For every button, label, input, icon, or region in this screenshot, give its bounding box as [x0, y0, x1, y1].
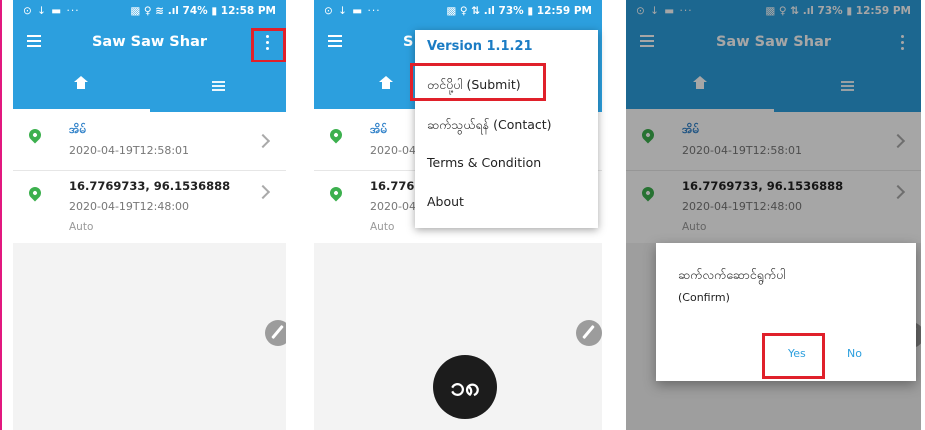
item-title: အိမ်: [370, 122, 388, 136]
tab-list[interactable]: [150, 62, 287, 112]
overflow-menu: Version 1.1.21 တင်ပို့ပါ (Submit) ဆက်သွယ…: [415, 30, 598, 228]
location-pin-icon: [26, 126, 44, 144]
status-bar: ⊙ ↓ ▬ ··· ▩ ♀ ⇅ .ıl 73% ▮ 12:59 PM: [314, 0, 602, 22]
page-edge-accent: [0, 0, 2, 430]
item-date: 2020-04-19T12:48:00: [69, 200, 190, 213]
list-item[interactable]: 16.7769733, 96.1536888 2020-04-19T12:48:…: [13, 171, 286, 243]
item-title: အိမ်: [69, 122, 87, 136]
item-mode: Auto: [69, 221, 94, 233]
tab-bar: [13, 62, 286, 112]
status-bar: ⊙ ↓ ▬ ··· ▩ ♀ ≋ .ıl 74% ▮ 12:58 PM: [13, 0, 286, 22]
location-pin-icon: [26, 184, 44, 202]
menu-item-about[interactable]: About: [427, 194, 464, 209]
item-date: 2020-04-19T12:58:01: [69, 144, 190, 157]
home-icon: [379, 76, 393, 92]
yes-button-highlight: [762, 333, 825, 379]
app-bar: Saw Saw Shar: [13, 22, 286, 62]
menu-version: Version 1.1.21: [427, 39, 533, 54]
location-list: အိမ် 2020-04-19T12:58:01 16.7769733, 96.…: [13, 112, 286, 430]
phone-screen-3: ⊙ ↓ ▬ ··· ▩ ♀ ⇅ .ıl 73% ▮ 12:59 PM Saw S…: [626, 0, 921, 430]
no-button[interactable]: No: [847, 347, 862, 360]
list-item[interactable]: အိမ် 2020-04-19T12:58:01: [13, 112, 286, 170]
item-mode: Auto: [370, 221, 395, 233]
app-title: S: [403, 34, 414, 50]
submit-highlight: [410, 63, 546, 101]
phone-screen-1: ⊙ ↓ ▬ ··· ▩ ♀ ≋ .ıl 74% ▮ 12:58 PM Saw S…: [13, 0, 286, 430]
edit-fab-pencil-icon[interactable]: [265, 320, 286, 346]
hamburger-icon[interactable]: [328, 35, 342, 47]
item-date: 2020-04: [370, 200, 416, 213]
chevron-right-icon: [255, 133, 271, 149]
location-pin-icon: [327, 126, 345, 144]
location-pin-icon: [327, 184, 345, 202]
more-button-highlight: [251, 28, 286, 63]
menu-item-terms[interactable]: Terms & Condition: [427, 155, 541, 170]
dialog-title: ဆက်လက်ဆောင်ရွက်ပါ: [678, 267, 786, 282]
status-icons-left: ⊙ ↓ ▬ ···: [23, 5, 80, 17]
status-icons-right: ▩ ♀ ≋ .ıl 74% ▮ 12:58 PM: [130, 5, 276, 17]
menu-item-contact[interactable]: ဆက်သွယ်ရန် (Contact): [427, 117, 552, 136]
list-icon: [211, 81, 225, 93]
app-title: Saw Saw Shar: [91, 34, 208, 50]
edit-fab-pencil-icon[interactable]: [576, 320, 602, 346]
status-icons-left: ⊙ ↓ ▬ ···: [324, 5, 381, 17]
item-title: 16.7769733, 96.1536888: [69, 179, 231, 193]
chevron-right-icon: [255, 184, 271, 200]
status-icons-right: ▩ ♀ ⇅ .ıl 73% ▮ 12:59 PM: [446, 5, 592, 17]
step-number-badge: ၁၈: [433, 355, 497, 419]
dialog-subtitle: (Confirm): [678, 291, 730, 304]
home-icon: [74, 76, 89, 92]
item-date: 2020-04: [370, 144, 416, 157]
tab-home[interactable]: [13, 62, 150, 112]
